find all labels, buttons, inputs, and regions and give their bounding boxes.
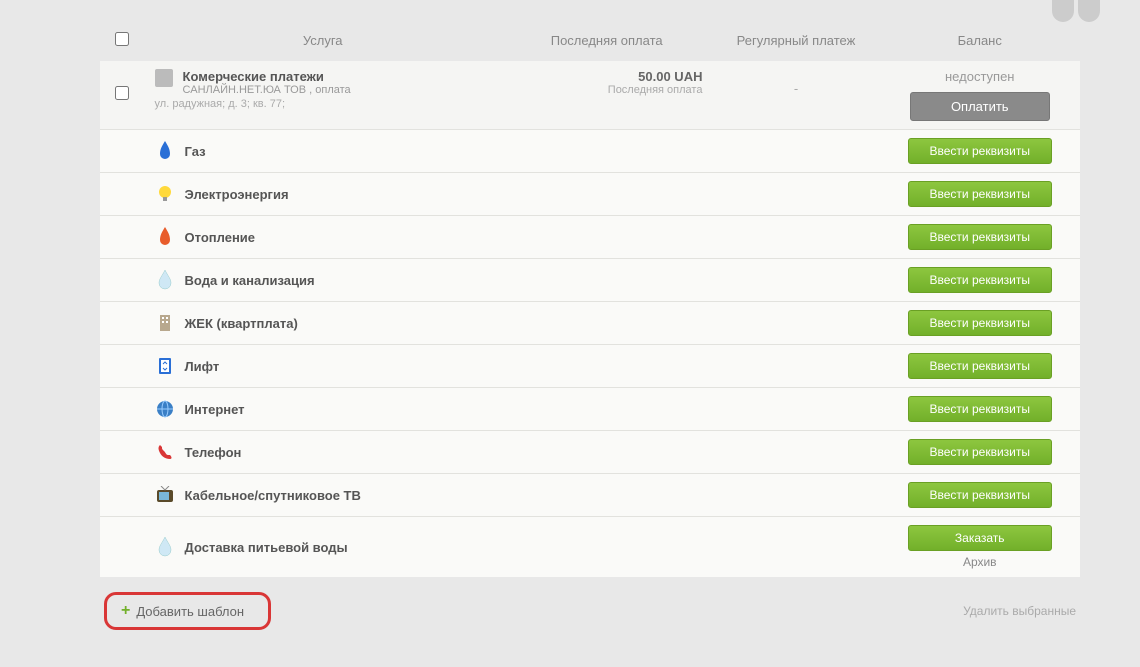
service-name: Интернет xyxy=(185,402,245,417)
service-name: ЖЕК (квартплата) xyxy=(185,316,298,331)
amount: 50.00 UAH xyxy=(511,69,703,84)
bulb-icon xyxy=(155,184,175,204)
add-template-button[interactable]: + Добавить шаблон xyxy=(104,592,271,630)
service-name: Отопление xyxy=(185,230,256,245)
enter-details-button[interactable]: Заказать xyxy=(908,525,1052,551)
enter-details-button[interactable]: Ввести реквизиты xyxy=(908,267,1052,293)
service-row: Лифт Ввести реквизиты xyxy=(100,344,1080,387)
main-payment-row: Комерческие платежи САНЛАЙН.НЕТ.ЮА ТОВ ,… xyxy=(100,61,1080,129)
table-footer: + Добавить шаблон Удалить выбранные xyxy=(100,577,1080,630)
service-row: ЖЕК (квартплата) Ввести реквизиты xyxy=(100,301,1080,344)
row-checkbox[interactable] xyxy=(115,86,129,100)
enter-details-button[interactable]: Ввести реквизиты xyxy=(908,224,1052,250)
service-row: Вода и канализация Ввести реквизиты xyxy=(100,258,1080,301)
main-address: ул. радужная; д. 3; кв. 77; xyxy=(155,98,491,110)
last-label: Последняя оплата xyxy=(511,84,703,96)
service-row: Интернет Ввести реквизиты xyxy=(100,387,1080,430)
service-row: Телефон Ввести реквизиты xyxy=(100,430,1080,473)
header-balance: Баланс xyxy=(880,20,1081,61)
gas-icon xyxy=(155,141,175,161)
service-name: Доставка питьевой воды xyxy=(185,540,348,555)
header-service: Услуга xyxy=(145,20,501,61)
service-row: Электроэнергия Ввести реквизиты xyxy=(100,172,1080,215)
pay-button[interactable]: Оплатить xyxy=(910,92,1050,121)
building-small-icon xyxy=(155,313,175,333)
service-name: Телефон xyxy=(185,445,242,460)
main-title: Комерческие платежи xyxy=(183,69,351,84)
top-nav-arrows xyxy=(1052,0,1100,22)
enter-details-button[interactable]: Ввести реквизиты xyxy=(908,396,1052,422)
service-name: Газ xyxy=(185,144,206,159)
add-template-label: Добавить шаблон xyxy=(136,604,244,619)
service-row: Доставка питьевой воды Заказать Архив xyxy=(100,516,1080,577)
enter-details-button[interactable]: Ввести реквизиты xyxy=(908,310,1052,336)
enter-details-button[interactable]: Ввести реквизиты xyxy=(908,138,1052,164)
main-subtitle: САНЛАЙН.НЕТ.ЮА ТОВ , оплата xyxy=(183,84,351,96)
plus-icon: + xyxy=(121,603,130,619)
select-all-checkbox[interactable] xyxy=(115,32,129,46)
enter-details-button[interactable]: Ввести реквизиты xyxy=(908,353,1052,379)
enter-details-button[interactable]: Ввести реквизиты xyxy=(908,181,1052,207)
service-name: Кабельное/спутниковое ТВ xyxy=(185,488,361,503)
payments-table: Услуга Последняя оплата Регулярный плате… xyxy=(100,20,1080,577)
header-recurring: Регулярный платеж xyxy=(712,20,879,61)
header-last-payment: Последняя оплата xyxy=(501,20,713,61)
service-row: Отопление Ввести реквизиты xyxy=(100,215,1080,258)
enter-details-button[interactable]: Ввести реквизиты xyxy=(908,439,1052,465)
drop-icon xyxy=(155,537,175,557)
service-name: Лифт xyxy=(185,359,220,374)
phone-icon xyxy=(155,442,175,462)
elevator-icon xyxy=(155,356,175,376)
archive-link[interactable]: Архив xyxy=(890,555,1071,569)
globe-icon xyxy=(155,399,175,419)
balance-unavailable: недоступен xyxy=(890,69,1071,84)
building-icon xyxy=(155,69,173,87)
enter-details-button[interactable]: Ввести реквизиты xyxy=(908,482,1052,508)
flame-icon xyxy=(155,227,175,247)
service-name: Вода и канализация xyxy=(185,273,315,288)
delete-selected-link[interactable]: Удалить выбранные xyxy=(963,604,1076,618)
service-row: Газ Ввести реквизиты xyxy=(100,129,1080,172)
drop-icon xyxy=(155,270,175,290)
page-container: Услуга Последняя оплата Регулярный плате… xyxy=(0,0,1140,630)
service-row: Кабельное/спутниковое ТВ Ввести реквизиты xyxy=(100,473,1080,516)
table-header: Услуга Последняя оплата Регулярный плате… xyxy=(100,20,1080,61)
service-name: Электроэнергия xyxy=(185,187,289,202)
tv-icon xyxy=(155,485,175,505)
recurring-value: - xyxy=(712,61,879,129)
